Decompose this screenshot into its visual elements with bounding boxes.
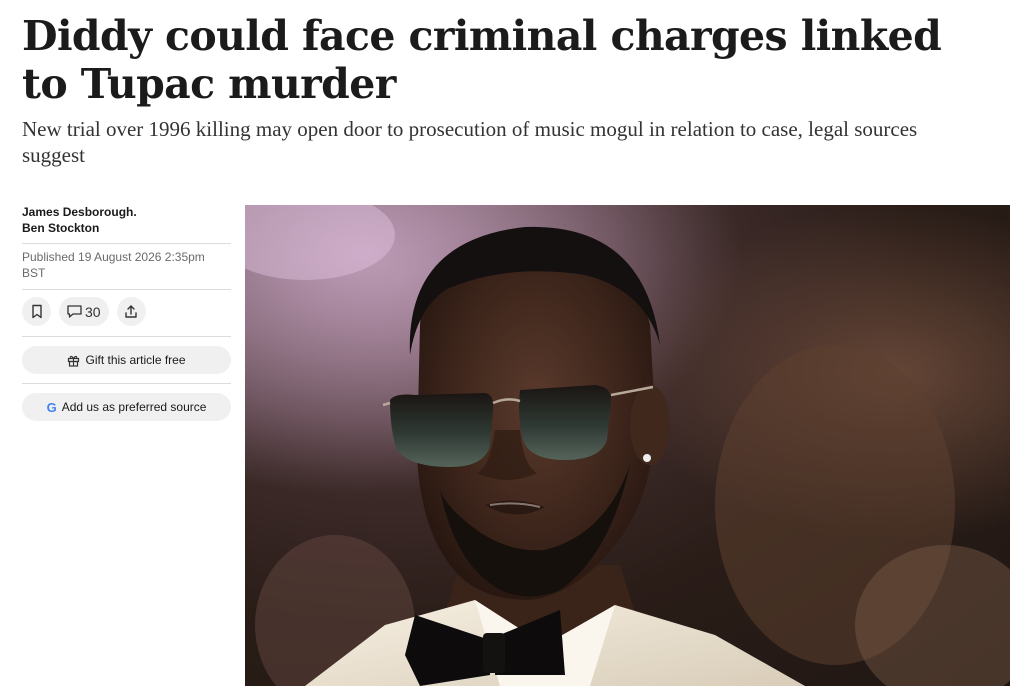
share-button[interactable] <box>116 297 146 326</box>
article-headline: Diddy could face criminal charges linked… <box>22 12 942 108</box>
gift-article-button[interactable]: Gift this article free <box>22 346 231 374</box>
published-date: Published 19 August 2026 2:35pm BST <box>22 250 205 280</box>
author-link[interactable]: James Desborough. <box>22 204 231 220</box>
divider <box>22 336 231 337</box>
bookmark-icon <box>31 304 42 319</box>
gift-icon <box>68 355 80 367</box>
comment-count: 30 <box>85 303 101 320</box>
article-sidebar: James Desborough. Ben Stockton Published… <box>22 204 231 430</box>
author-link[interactable]: Ben Stockton <box>22 220 231 236</box>
gift-article-label: Gift this article free <box>85 353 186 367</box>
divider <box>22 383 231 384</box>
google-icon: G <box>46 399 57 415</box>
article-standfirst: New trial over 1996 killing may open doo… <box>22 117 918 167</box>
share-icon <box>125 305 137 318</box>
article-photo <box>245 205 1010 686</box>
comments-button[interactable]: 30 <box>59 297 109 326</box>
preferred-source-button[interactable]: G Add us as preferred source <box>22 393 231 421</box>
man-in-sunglasses-photo <box>245 205 1010 686</box>
preferred-source-label: Add us as preferred source <box>61 400 207 414</box>
comment-icon <box>67 305 82 318</box>
bookmark-button[interactable] <box>22 297 51 326</box>
byline: James Desborough. Ben Stockton <box>22 204 231 243</box>
article-actions: 30 <box>22 290 231 336</box>
